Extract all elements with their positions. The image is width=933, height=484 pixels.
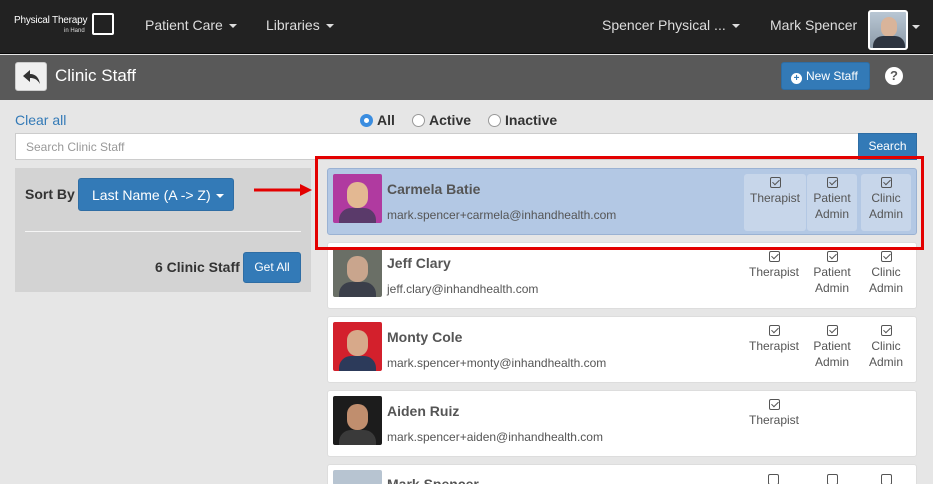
plus-circle-icon: +: [791, 73, 802, 84]
clear-all-link[interactable]: Clear all: [15, 112, 66, 128]
checkbox-checked-icon: [768, 251, 780, 262]
staff-photo: [333, 470, 382, 484]
avatar-face: [881, 17, 897, 37]
photo-body: [339, 282, 376, 297]
photo-face: [347, 404, 368, 430]
chevron-down-icon: [325, 24, 334, 29]
photo-face: [347, 330, 368, 356]
user-menu[interactable]: Mark Spencer: [770, 17, 857, 33]
checkbox-checked-icon: [826, 251, 838, 262]
checkbox-checked-icon: [880, 325, 892, 336]
help-icon[interactable]: ?: [885, 67, 903, 85]
annotation-highlight-box: [315, 156, 924, 250]
staff-name[interactable]: Aiden Ruiz: [387, 403, 459, 419]
staff-name[interactable]: Mark Spencer: [387, 476, 479, 484]
logo-title: Physical Therapy: [14, 15, 88, 26]
logo-mark-icon: [92, 13, 114, 35]
role-label: Therapist: [748, 339, 800, 353]
chevron-down-icon: [215, 194, 224, 199]
role-clinic-admin-toggle[interactable]: Clinic Admin: [861, 248, 911, 305]
role-clinic-admin-toggle[interactable]: Clinic Admin: [861, 322, 911, 379]
staff-photo: [333, 322, 382, 371]
staff-email: mark.spencer+monty@inhandhealth.com: [387, 356, 607, 370]
radio-selected-icon: [360, 114, 373, 127]
role-therapist-toggle[interactable]: Therapist: [744, 322, 804, 379]
role-patient-admin-toggle[interactable]: Patient Admin: [807, 322, 857, 379]
clinic-selector-label: Spencer Physical ...: [602, 17, 726, 33]
photo-body: [339, 356, 376, 371]
filter-active-label: Active: [429, 112, 472, 128]
filter-all-radio[interactable]: All: [360, 112, 395, 128]
nav-patient-care-label: Patient Care: [145, 17, 223, 33]
user-menu-chevron-icon[interactable]: [912, 25, 920, 29]
role-label-line2: Admin: [814, 355, 849, 369]
clinic-selector[interactable]: Spencer Physical ...: [602, 17, 740, 33]
role-label-line1: Patient: [813, 265, 851, 279]
checkbox-checked-icon[interactable]: [881, 474, 892, 484]
role-therapist-toggle[interactable]: Therapist: [744, 396, 804, 453]
checkbox-checked-icon[interactable]: [768, 474, 779, 484]
staff-email: mark.spencer+aiden@inhandhealth.com: [387, 430, 603, 444]
radio-empty-icon: [412, 114, 425, 127]
role-therapist-toggle[interactable]: Therapist: [744, 248, 804, 305]
role-label-line2: Admin: [868, 355, 903, 369]
checkbox-checked-icon[interactable]: [827, 474, 838, 484]
nav-patient-care[interactable]: Patient Care: [145, 17, 237, 33]
role-label: Therapist: [748, 265, 800, 279]
staff-photo: [333, 248, 382, 297]
user-name: Mark Spencer: [770, 17, 858, 33]
new-staff-label: New Staff: [806, 69, 858, 83]
avatar-body: [873, 36, 905, 48]
get-all-button[interactable]: Get All: [243, 252, 301, 283]
sort-by-label: Sort By: [25, 186, 75, 202]
role-label-line1: Patient: [813, 339, 851, 353]
role-patient-admin-toggle[interactable]: Patient Admin: [807, 248, 857, 305]
photo-face: [347, 256, 368, 282]
annotation-arrow-icon: [254, 184, 312, 196]
chevron-down-icon: [228, 24, 237, 29]
staff-photo: [333, 396, 382, 445]
role-label-line2: Admin: [868, 281, 903, 295]
nav-libraries-label: Libraries: [266, 17, 320, 33]
sort-dropdown-value: Last Name (A -> Z): [92, 187, 211, 203]
top-navbar: Physical Therapy in Hand Patient Care Li…: [0, 0, 933, 54]
page-title: Clinic Staff: [55, 66, 136, 85]
sort-dropdown[interactable]: Last Name (A -> Z): [78, 178, 234, 211]
staff-name[interactable]: Monty Cole: [387, 329, 462, 345]
new-staff-button[interactable]: + New Staff: [781, 62, 870, 90]
chevron-down-icon: [731, 24, 740, 29]
staff-row-jeff-clary[interactable]: Jeff Clary jeff.clary@inhandhealth.com T…: [327, 242, 917, 309]
app-logo[interactable]: Physical Therapy in Hand: [14, 13, 116, 39]
filter-all-label: All: [377, 112, 395, 128]
staff-row-mark-spencer[interactable]: Mark Spencer: [327, 464, 917, 484]
nav-libraries[interactable]: Libraries: [266, 17, 334, 33]
divider: [25, 231, 301, 232]
page-header: Clinic Staff + New Staff ?: [0, 55, 933, 100]
staff-row-aiden-ruiz[interactable]: Aiden Ruiz mark.spencer+aiden@inhandheal…: [327, 390, 917, 457]
logo-subtitle: in Hand: [64, 28, 85, 34]
checkbox-checked-icon: [768, 399, 780, 410]
photo-body: [339, 430, 376, 445]
checkbox-checked-icon: [768, 325, 780, 336]
staff-email: jeff.clary@inhandhealth.com: [387, 282, 539, 296]
checkbox-checked-icon: [880, 251, 892, 262]
radio-empty-icon: [488, 114, 501, 127]
filter-active-radio[interactable]: Active: [412, 112, 471, 128]
staff-count: 6 Clinic Staff: [155, 259, 240, 275]
filter-inactive-radio[interactable]: Inactive: [488, 112, 557, 128]
role-label-line1: Clinic: [871, 265, 901, 279]
user-avatar[interactable]: [868, 10, 908, 50]
role-label: Therapist: [748, 413, 800, 427]
filter-inactive-label: Inactive: [505, 112, 558, 128]
role-label-line1: Clinic: [871, 339, 901, 353]
back-arrow-icon: [23, 70, 40, 84]
back-button[interactable]: [15, 62, 47, 91]
role-label-line2: Admin: [814, 281, 849, 295]
checkbox-checked-icon: [826, 325, 838, 336]
staff-row-monty-cole[interactable]: Monty Cole mark.spencer+monty@inhandheal…: [327, 316, 917, 383]
staff-name[interactable]: Jeff Clary: [387, 255, 451, 271]
